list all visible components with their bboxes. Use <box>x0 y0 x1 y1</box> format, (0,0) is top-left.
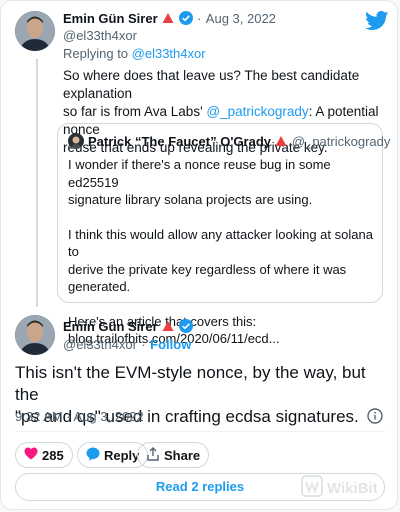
heart-icon <box>24 447 38 463</box>
quote-line: derive the private key regardless of whe… <box>68 261 347 277</box>
quote-handle: @_patrickogrady <box>291 134 391 149</box>
reply-bubble-icon <box>86 447 100 464</box>
author-name[interactable]: Emin Gün Sirer <box>63 11 158 26</box>
avatar[interactable] <box>15 315 55 355</box>
quote-author-name: Patrick “The Faucet” O'Grady <box>88 134 271 149</box>
tweet2-line: This isn't the EVM-style nonce, by the w… <box>15 363 366 404</box>
quote-line: I wonder if there's a nonce reuse bug in… <box>68 157 331 190</box>
avatar[interactable] <box>15 11 55 51</box>
tweet-timestamp[interactable]: 9:32 AM · Aug 3, 2022 <box>15 409 144 424</box>
separator: · <box>197 11 202 26</box>
tweet1-text-part: so far is from Ava Labs' <box>63 104 207 119</box>
tweet-date[interactable]: Aug 3, 2022 <box>206 11 276 26</box>
author-name[interactable]: Emin Gün Sirer <box>63 319 158 334</box>
verified-badge-icon <box>178 319 193 333</box>
tweet1-line: So where does that leave us? The best ca… <box>63 68 360 101</box>
share-button[interactable]: Share <box>137 442 210 468</box>
twitter-bird-icon[interactable] <box>365 11 389 36</box>
tweet2-header: Emin Gün Sirer <box>63 318 193 336</box>
tweet2-subheader: @el33th4xor · Follow <box>63 336 191 354</box>
watermark-text: WikiBit <box>327 479 378 497</box>
red-triangle-icon <box>162 11 174 23</box>
red-triangle-icon <box>162 319 174 331</box>
separator: · <box>141 337 146 352</box>
quote-line: generated. <box>68 279 131 294</box>
quote-line: I think this would allow any attacker lo… <box>68 226 373 260</box>
quote-line: signature library solana projects are us… <box>68 192 313 207</box>
verified-badge-icon <box>178 11 193 25</box>
quote-avatar <box>68 133 84 149</box>
share-icon <box>146 446 160 464</box>
tweet-embed-card: Emin Gün Sirer · Aug 3, 2022 @el33th4xor… <box>0 0 398 510</box>
like-count: 285 <box>42 447 64 463</box>
reply-label: Reply <box>104 447 140 463</box>
tweet1-header: Emin Gün Sirer · Aug 3, 2022 <box>63 10 276 28</box>
mention-link[interactable]: @_patrickogrady <box>206 104 308 119</box>
quote-header: Patrick “The Faucet” O'Grady @_patrickog… <box>88 133 390 151</box>
replying-to-label: Replying to <box>63 46 132 61</box>
share-label: Share <box>164 447 201 463</box>
like-button[interactable]: 285 <box>15 442 73 468</box>
divider <box>15 431 385 432</box>
author-handle[interactable]: @el33th4xor <box>63 28 137 43</box>
reply-handle-link[interactable]: @el33th4xor <box>132 46 206 61</box>
quoted-tweet[interactable]: Patrick “The Faucet” O'Grady @_patrickog… <box>57 123 390 346</box>
info-icon[interactable] <box>367 408 383 429</box>
replying-to: Replying to @el33th4xor <box>63 46 206 61</box>
watermark-logo-icon <box>301 475 323 501</box>
thread-line <box>36 59 38 307</box>
author-handle[interactable]: @el33th4xor <box>63 337 137 352</box>
follow-button[interactable]: Follow <box>150 337 191 352</box>
red-triangle-icon <box>275 134 287 146</box>
watermark: WikiBit <box>301 471 391 505</box>
